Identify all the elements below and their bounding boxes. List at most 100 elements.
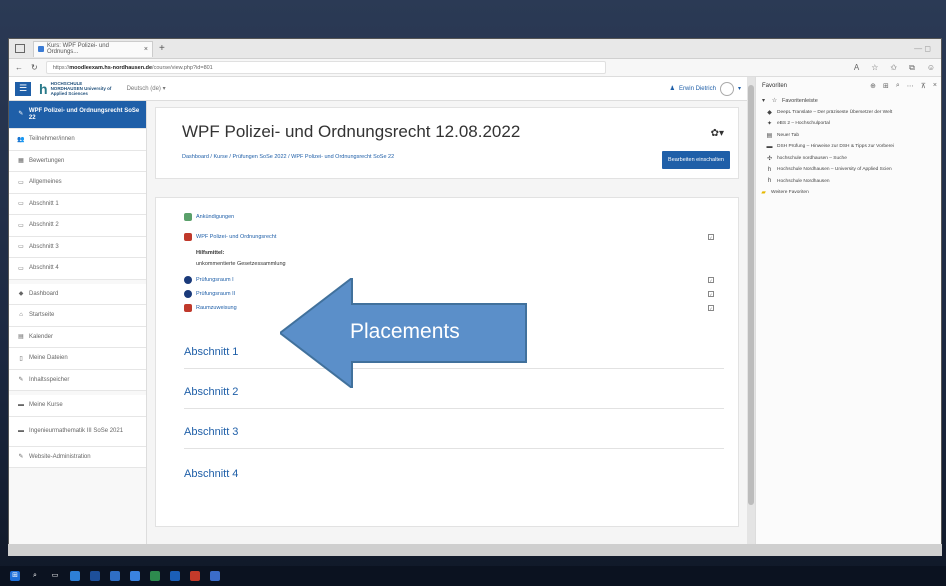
app-icon[interactable] [150,571,160,581]
favorite-item[interactable]: ▰ Weitere Favoriten [756,187,941,199]
new-tab-button[interactable]: + [159,43,165,54]
gear-icon[interactable]: ✿▾ [711,128,724,139]
sidebar-item[interactable]: ⌂ Startseite [9,305,146,327]
favorite-item[interactable]: ▤ Neuer Tab [756,130,941,142]
site-logo[interactable]: h HOCHSCHULE NORDHAUSEN University of Ap… [39,81,113,97]
sidebar-item-icon: ▤ [18,334,24,341]
section-4[interactable]: Abschnitt 4 [184,468,724,490]
completion-checkbox[interactable]: ✓ [708,234,714,240]
reload-icon[interactable]: ↻ [31,63,38,72]
favorites-icon[interactable]: ✩ [890,63,897,73]
start-icon[interactable]: ⊞ [10,571,20,581]
taskbar: ⊞ ⌕ ▭ [0,566,946,586]
activity-announcements[interactable]: Ankündigungen [184,210,714,224]
task-view-icon[interactable]: ▭ [50,571,60,581]
favorite-item[interactable]: ◆ DeepL Translate – Der präziseste Überse… [756,107,941,119]
bell-icon[interactable]: ♟ [670,85,675,92]
window-controls[interactable]: — ◻ [914,44,931,53]
url-prefix: https:// [52,65,70,71]
sidebar-item-icon: ⌂ [19,312,23,319]
activity-label: Ankündigungen [196,214,235,220]
close-icon[interactable]: × [933,82,937,90]
window-menu-icon[interactable] [15,44,25,53]
favorite-item[interactable]: h Hochschule Nordhausen [756,176,941,188]
edit-mode-button[interactable]: Bearbeiten einschalten [662,151,730,169]
user-menu[interactable]: ♟ Erwin Dietrich ▾ [670,81,741,96]
completion-checkbox[interactable]: ✓ [708,305,714,311]
url-field[interactable]: https://moodleexam.hs-nordhausen.de/cour… [45,61,606,74]
pin-icon[interactable]: ⊼ [921,82,926,90]
section-3[interactable]: Abschnitt 3 [184,426,724,449]
favorite-item[interactable]: ▬ DSH Prüfung – Hinweise zur DSH & Tipps … [756,141,941,153]
favorite-label: DSH Prüfung – Hinweise zur DSH & Tipps z… [777,144,895,150]
sidebar-item[interactable]: 👥 Teilnehmer/innen [9,129,146,151]
sidebar-item-icon: ✎ [18,454,24,461]
favorites-list: ◆ DeepL Translate – Der präziseste Überse… [756,107,941,199]
sidebar-item[interactable]: ✎ Website-Administration [9,446,146,468]
collections-icon[interactable]: ⧉ [909,63,915,73]
completion-checkbox[interactable]: ✓ [708,291,714,297]
back-icon[interactable]: ← [15,63,23,72]
completion-checkbox[interactable]: ✓ [708,277,714,283]
breadcrumb[interactable]: Dashboard / Kurse / Prüfungen SoSe 2022 … [182,154,724,160]
app-icon[interactable] [210,571,220,581]
sidebar-item-label: Abschnitt 4 [29,265,59,272]
sidebar-item-icon: ▦ [18,158,24,165]
sidebar-item[interactable]: ◆ Dashboard [9,283,146,305]
sidebar-item[interactable]: ▬ Meine Kurse [9,395,146,417]
search-icon[interactable]: ⌕ [30,571,40,581]
status-strip [8,544,942,556]
explorer-icon[interactable] [70,571,80,581]
add-favorite-icon[interactable]: ⊕ [870,82,876,90]
favorite-item[interactable]: h Hochschule Nordhausen – University of A… [756,164,941,176]
app-icon[interactable] [110,571,120,581]
hilfsmittel-text: unkommentierte Gesetzessammlung [196,261,286,267]
favorite-label: Neuer Tab [777,132,800,138]
favorite-item[interactable]: ✦ eBS 2 – Hochschulportal [756,118,941,130]
sidebar-item-label: Inhaltsspeicher [29,376,70,383]
search-icon[interactable]: ⌕ [896,82,900,90]
sidebar-item-icon: 👥 [17,136,25,143]
tab-close-icon[interactable]: × [144,46,148,53]
sidebar-item[interactable]: ▭ Abschnitt 2 [9,215,146,237]
chevron-down-icon[interactable]: ▾ [738,85,741,92]
favorite-star-icon[interactable]: ☆ [871,63,878,73]
favorite-label: Hochschule Nordhausen – University of Ap… [777,167,892,173]
favorite-icon: ▬ [766,143,773,150]
sidebar-item[interactable]: ▤ Kalender [9,326,146,348]
more-icon[interactable]: ⋯ [907,82,914,90]
activity-label: Prüfungsraum I [196,277,234,283]
sidebar-item[interactable]: ✎ WPF Polizei- und Ordnungsrecht SoSe 22 [9,101,146,129]
add-folder-icon[interactable]: ⊞ [883,82,889,90]
browser-tab[interactable]: Kurs: WPF Polizei- und Ordnungs... × [33,40,153,57]
profile-icon[interactable]: ☺ [927,63,935,73]
sidebar-item[interactable]: ▭ Abschnitt 1 [9,193,146,215]
sidebar-item[interactable]: ▭ Allgemeines [9,172,146,194]
sidebar-item[interactable]: ▭ Abschnitt 3 [9,236,146,258]
sidebar-item[interactable]: ▦ Bewertungen [9,150,146,172]
read-aloud-icon[interactable]: A [854,63,859,73]
language-selector[interactable]: Deutsch (de) ▾ [127,85,166,92]
moodle-navbar: ☰ h HOCHSCHULE NORDHAUSEN University of … [9,77,747,101]
app-icon[interactable] [190,571,200,581]
sidebar-item[interactable]: ▭ Abschnitt 4 [9,258,146,280]
sidebar-item[interactable]: ✎ Inhaltsspeicher [9,369,146,391]
scrollbar-thumb[interactable] [748,85,754,505]
avatar[interactable] [719,81,734,96]
app-icon[interactable] [130,571,140,581]
page-title: WPF Polizei- und Ordnungsrecht 12.08.202… [182,122,521,141]
menu-icon[interactable]: ☰ [15,81,31,96]
favorite-label: Weitere Favoriten [771,190,809,196]
activity-quiz[interactable]: WPF Polizei- und Ordnungsrecht ✓ [184,230,714,244]
sidebar-item[interactable]: ▯ Meine Dateien [9,348,146,370]
favorite-item[interactable]: ✣ hochschule nordhausen – Suche [756,153,941,165]
activity-label: Prüfungsraum II [196,291,236,297]
section-2[interactable]: Abschnitt 2 [184,386,724,409]
sidebar-item[interactable]: ▬ Ingenieurmathematik III SoSe 2021 [9,416,146,447]
edge-icon[interactable] [90,571,100,581]
app-icon[interactable] [170,571,180,581]
favorites-root[interactable]: ▾ ☆ Favoritenleiste [756,95,941,107]
scrollbar[interactable] [747,77,755,555]
favorites-root-label: Favoritenleiste [782,97,818,104]
activity-label: WPF Polizei- und Ordnungsrecht [196,234,277,240]
